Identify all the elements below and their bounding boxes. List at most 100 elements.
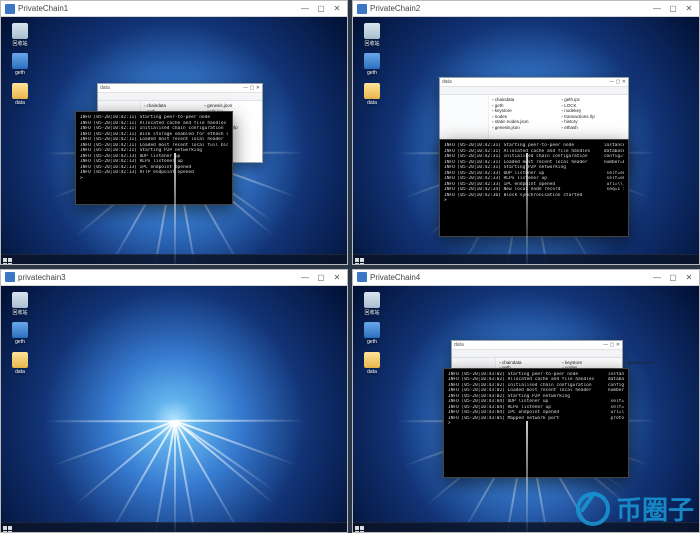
desktop-shortcut-回收站[interactable]: 回收站	[7, 23, 33, 47]
maximize-button[interactable]: ▢	[665, 2, 681, 16]
terminal-line: INFO [05-20|10:43:04] UDP listener up se…	[448, 399, 624, 405]
desktop-shortcut-data[interactable]: data	[359, 352, 385, 375]
desktop-shortcut-回收站[interactable]: 回收站	[359, 292, 385, 316]
close-button[interactable]: ✕	[256, 85, 260, 91]
minimize-button[interactable]: —	[603, 342, 608, 348]
vm-app-icon	[357, 272, 367, 282]
vm-window-1[interactable]: PrivateChain1 — ▢ ✕ 回收站 geth data data —…	[0, 0, 348, 265]
maximize-button[interactable]: ▢	[610, 342, 615, 348]
explorer-title: data	[454, 342, 464, 348]
explorer-ribbon[interactable]	[440, 87, 628, 95]
terminal-line: INFO [05-20|10:42:11] Loaded most recent…	[80, 137, 228, 143]
start-button-icon[interactable]	[3, 258, 13, 264]
desktop-shortcut-回收站[interactable]: 回收站	[7, 292, 33, 316]
desktop-shortcut-label: data	[359, 100, 385, 106]
maximize-button[interactable]: ▢	[665, 270, 681, 284]
desktop-shortcut-label: data	[359, 369, 385, 375]
close-button[interactable]: ✕	[681, 270, 697, 284]
bin-icon	[364, 292, 380, 308]
close-button[interactable]: ✕	[329, 2, 345, 16]
minimize-button[interactable]: —	[609, 79, 614, 85]
vm-title: privatechain3	[18, 273, 66, 282]
app-icon	[12, 53, 28, 69]
vm-titlebar[interactable]: PrivateChain1 — ▢ ✕	[1, 1, 347, 17]
vm-app-icon	[5, 272, 15, 282]
vm-window-3[interactable]: privatechain3 — ▢ ✕ 回收站 geth data	[0, 269, 348, 533]
file-item[interactable]: ▫ genesis.json	[625, 360, 682, 366]
terminal-line: INFO [05-20|10:43:02] Loaded most recent…	[448, 388, 624, 394]
desktop-shortcut-data[interactable]: data	[359, 83, 385, 106]
desktop-shortcut-geth[interactable]: geth	[359, 53, 385, 76]
app-icon	[364, 322, 380, 338]
minimize-button[interactable]: —	[297, 2, 313, 16]
maximize-button[interactable]: ▢	[313, 270, 329, 284]
watermark-logo-icon	[576, 492, 610, 526]
watermark-text: 币圈子	[616, 490, 694, 527]
terminal-window[interactable]: INFO [05-20|10:43:02] Starting peer-to-p…	[443, 368, 629, 478]
vm-desktop[interactable]: 回收站 geth data	[1, 286, 347, 533]
desktop-shortcut-回收站[interactable]: 回收站	[359, 23, 385, 47]
start-button-icon[interactable]	[355, 258, 365, 264]
bin-icon	[12, 23, 28, 39]
minimize-button[interactable]: —	[243, 85, 248, 91]
folder-icon	[12, 83, 28, 99]
taskbar[interactable]	[353, 254, 699, 264]
desktop-shortcut-data[interactable]: data	[7, 352, 33, 375]
file-item[interactable]: ▫ ethash	[561, 125, 625, 131]
close-button[interactable]: ✕	[622, 79, 626, 85]
watermark: 币圈子	[576, 490, 694, 527]
desktop-shortcut-label: 回收站	[7, 40, 33, 47]
vm-window-2[interactable]: PrivateChain2 — ▢ ✕ 回收站 geth data data —…	[352, 0, 700, 265]
vm-titlebar[interactable]: privatechain3 — ▢ ✕	[1, 270, 347, 286]
desktop-shortcut-geth[interactable]: geth	[7, 322, 33, 345]
desktop-shortcut-label: data	[7, 369, 33, 375]
vm-app-icon	[5, 4, 15, 14]
minimize-button[interactable]: —	[297, 270, 313, 284]
explorer-title: data	[442, 79, 452, 85]
bin-icon	[12, 292, 28, 308]
desktop-shortcut-label: 回收站	[359, 40, 385, 47]
terminal-line: >	[444, 198, 624, 204]
desktop-shortcut-label: 回收站	[7, 309, 33, 316]
close-button[interactable]: ✕	[681, 2, 697, 16]
terminal-line: INFO [05-20|10:42:31] Initialised chain …	[444, 154, 624, 160]
vm-title: PrivateChain1	[18, 4, 68, 13]
close-button[interactable]: ✕	[616, 342, 620, 348]
terminal-window[interactable]: INFO [05-20|10:42:11] Starting peer-to-p…	[75, 111, 233, 205]
vm-app-icon	[357, 4, 367, 14]
vm-desktop[interactable]: 回收站 geth data data — ▢ ✕ ▫ chaindata▫ ge…	[1, 17, 347, 264]
vm-desktop[interactable]: 回收站 geth data data — ▢ ✕ ▫ chaindata▫ ge…	[353, 17, 699, 264]
explorer-title: data	[100, 85, 110, 91]
start-button-icon[interactable]	[3, 526, 13, 532]
desktop-shortcut-geth[interactable]: geth	[7, 53, 33, 76]
desktop-shortcut-geth[interactable]: geth	[359, 322, 385, 345]
terminal-line: >	[80, 176, 228, 182]
folder-icon	[364, 352, 380, 368]
vm-titlebar[interactable]: PrivateChain2 — ▢ ✕	[353, 1, 699, 17]
maximize-button[interactable]: ▢	[616, 79, 621, 85]
close-button[interactable]: ✕	[329, 270, 345, 284]
desktop-shortcut-label: 回收站	[359, 309, 385, 316]
taskbar[interactable]	[1, 254, 347, 264]
file-item[interactable]: ▫ genesis.json	[492, 125, 556, 131]
terminal-line: INFO [05-20|10:43:02] Allocated cache an…	[448, 377, 624, 383]
terminal-line: INFO [05-20|10:42:11] Starting peer-to-p…	[80, 115, 228, 121]
maximize-button[interactable]: ▢	[313, 2, 329, 16]
terminal-window[interactable]: INFO [05-20|10:42:31] Starting peer-to-p…	[439, 139, 629, 237]
explorer-ribbon[interactable]	[452, 350, 622, 358]
desktop-shortcut-label: geth	[7, 339, 33, 345]
desktop-shortcut-label: data	[7, 100, 33, 106]
explorer-ribbon[interactable]	[98, 93, 262, 101]
terminal-line: INFO [05-20|10:42:34] New local node rec…	[444, 187, 624, 193]
desktop-shortcut-data[interactable]: data	[7, 83, 33, 106]
vm-titlebar[interactable]: PrivateChain4 — ▢ ✕	[353, 270, 699, 286]
maximize-button[interactable]: ▢	[250, 85, 255, 91]
taskbar[interactable]	[1, 522, 347, 532]
minimize-button[interactable]: —	[649, 2, 665, 16]
desktop-shortcut-label: geth	[359, 339, 385, 345]
start-button-icon[interactable]	[355, 526, 365, 532]
app-icon	[364, 53, 380, 69]
vm-title: PrivateChain2	[370, 4, 420, 13]
minimize-button[interactable]: —	[649, 270, 665, 284]
terminal-line: INFO [05-20|10:42:13] HTTP endpoint open…	[80, 170, 228, 176]
